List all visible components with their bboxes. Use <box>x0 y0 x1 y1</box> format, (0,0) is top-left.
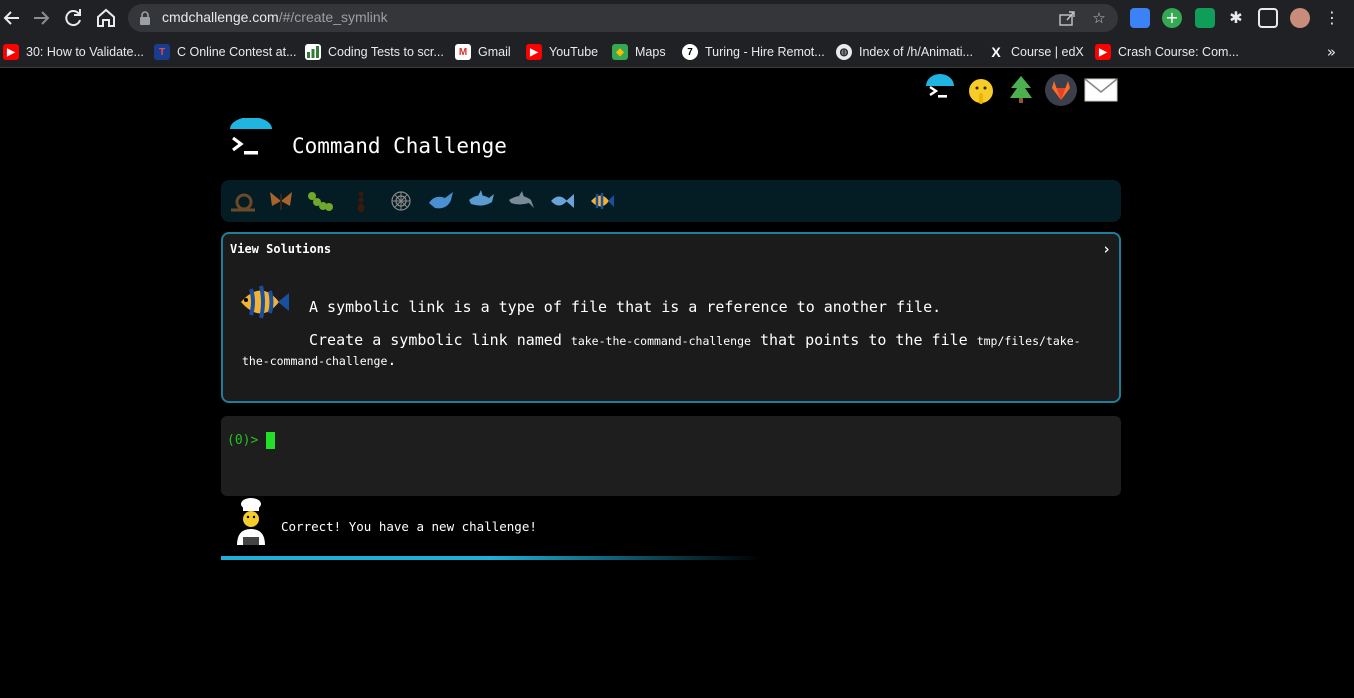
forward-icon[interactable] <box>29 6 53 30</box>
chef-icon <box>237 498 265 545</box>
bookmark-item[interactable]: X Course | edX <box>988 43 1084 61</box>
maps-icon: ◆ <box>612 44 628 60</box>
task-text: Create a symbolic link named <box>309 331 571 349</box>
challenge-task: Create a symbolic link named take-the-co… <box>242 331 1102 371</box>
url-host: cmdchallenge.com <box>162 9 279 25</box>
reload-icon[interactable] <box>61 6 85 30</box>
extension-shield-icon[interactable] <box>1130 8 1150 28</box>
bookmark-label: C Online Contest at... <box>177 45 297 59</box>
terminal-input[interactable]: (0)> <box>221 416 1121 496</box>
bookmark-item[interactable]: ◆ Maps <box>612 43 666 61</box>
bookmark-label: Coding Tests to scr... <box>328 45 444 59</box>
bookmark-item[interactable]: Coding Tests to scr... <box>305 43 444 61</box>
task-text: that points to the file <box>750 331 977 349</box>
browser-toolbar: cmdchallenge.com/#/create_symlink ☆ + ✱ … <box>0 0 1354 36</box>
extension-plus-icon[interactable]: + <box>1162 8 1182 28</box>
bar-chart-icon <box>305 44 321 60</box>
bookmark-label: Maps <box>635 45 666 59</box>
dolphin-icon[interactable] <box>507 188 535 214</box>
shark-icon[interactable] <box>467 188 495 214</box>
fish-icon[interactable] <box>547 188 575 214</box>
extensions-puzzle-icon[interactable]: ✱ <box>1226 8 1246 28</box>
bookmarks-bar: ▶ 30: How to Validate... T C Online Cont… <box>0 36 1354 68</box>
bookmark-label: Course | edX <box>1011 45 1084 59</box>
bookmark-item[interactable]: ▶ 30: How to Validate... <box>3 43 144 61</box>
youtube-icon: ▶ <box>526 44 542 60</box>
page-title: Command Challenge <box>292 134 507 158</box>
bookmark-item[interactable]: 7 Turing - Hire Remot... <box>682 43 825 61</box>
share-icon[interactable] <box>1058 9 1076 27</box>
bookmark-item[interactable]: ▶ Crash Course: Com... <box>1095 43 1239 61</box>
address-bar[interactable]: cmdchallenge.com/#/create_symlink ☆ <box>128 4 1118 32</box>
profile-avatar[interactable] <box>1290 8 1310 28</box>
youtube-icon: ▶ <box>3 44 19 60</box>
bookmark-item[interactable]: ▶ YouTube <box>526 43 598 61</box>
gmail-icon: M <box>455 44 471 60</box>
bookmark-item[interactable]: ◍ Index of /h/Animati... <box>836 43 973 61</box>
lock-icon[interactable] <box>138 10 152 26</box>
extension-mail-icon[interactable] <box>1195 8 1215 28</box>
terminal-cursor <box>266 432 275 449</box>
snail-icon[interactable] <box>229 188 257 214</box>
task-text: . <box>387 351 397 369</box>
terminal-logo-icon[interactable] <box>925 72 955 106</box>
youtube-icon: ▶ <box>1095 44 1111 60</box>
bookmarks-overflow-button[interactable]: » <box>1327 43 1336 61</box>
bookmark-item[interactable]: M Gmail <box>455 43 511 61</box>
tropical-fish-icon <box>241 285 289 319</box>
back-icon[interactable] <box>0 6 24 30</box>
url-path: /#/create_symlink <box>278 9 388 25</box>
whale-icon[interactable] <box>427 188 455 214</box>
shushing-face-icon[interactable] <box>966 76 996 110</box>
bookmark-star-icon[interactable]: ☆ <box>1090 9 1108 27</box>
side-panel-icon[interactable] <box>1258 8 1278 28</box>
spiderweb-icon[interactable] <box>387 188 415 214</box>
bookmark-label: YouTube <box>549 45 599 59</box>
bookmark-label: Index of /h/Animati... <box>859 45 973 59</box>
ant-icon[interactable] <box>347 188 375 214</box>
symlink-name-code: take-the-command-challenge <box>570 334 751 348</box>
butterfly-icon[interactable] <box>267 188 295 214</box>
tree-icon[interactable] <box>1008 74 1034 108</box>
caterpillar-icon[interactable] <box>307 188 335 214</box>
bookmark-label: 30: How to Validate... <box>26 45 144 59</box>
terminal-prompt: (0)> <box>227 433 259 448</box>
contest-icon: T <box>154 44 170 60</box>
view-solutions-link[interactable]: View Solutions <box>230 242 331 256</box>
bookmark-label: Crash Course: Com... <box>1118 45 1239 59</box>
gitlab-icon[interactable] <box>1044 73 1078 111</box>
challenge-card: View Solutions › A symbolic link is a ty… <box>221 232 1121 403</box>
edx-icon: X <box>991 44 1001 60</box>
bookmark-label: Gmail <box>478 45 511 59</box>
challenge-description: A symbolic link is a type of file that i… <box>309 298 942 316</box>
bookmark-label: Turing - Hire Remot... <box>705 45 825 59</box>
progress-bar <box>221 556 761 560</box>
chevron-right-icon[interactable]: › <box>1102 240 1111 258</box>
bookmark-item[interactable]: T C Online Contest at... <box>154 43 297 61</box>
status-message: Correct! You have a new challenge! <box>281 519 537 534</box>
level-animal-bar <box>221 180 1121 222</box>
site-logo-icon <box>221 117 273 166</box>
envelope-icon[interactable] <box>1084 78 1118 106</box>
menu-kebab-icon[interactable]: ⋮ <box>1322 8 1342 28</box>
tropical-fish-icon[interactable] <box>587 188 615 214</box>
home-icon[interactable] <box>94 6 118 30</box>
globe-icon: ◍ <box>836 44 852 60</box>
url-text[interactable]: cmdchallenge.com/#/create_symlink <box>162 9 388 25</box>
turing-icon: 7 <box>682 44 698 60</box>
